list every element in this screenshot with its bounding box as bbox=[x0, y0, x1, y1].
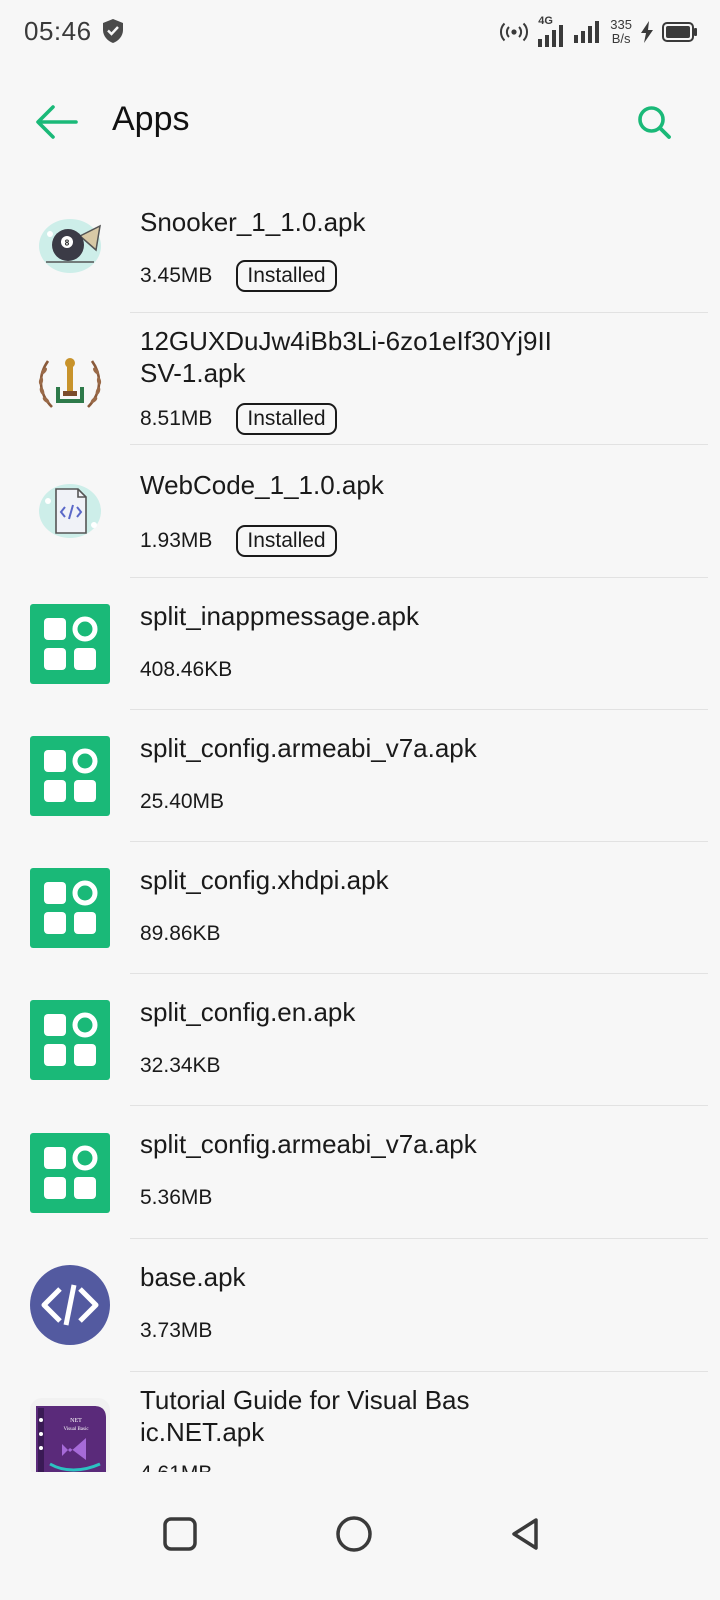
app-meta: 1.93MB Installed bbox=[140, 525, 337, 557]
app-size: 89.86KB bbox=[140, 922, 221, 945]
list-item[interactable]: split_config.xhdpi.apk 89.86KB bbox=[0, 842, 720, 974]
installed-badge: Installed bbox=[236, 525, 337, 557]
battery-icon bbox=[662, 22, 697, 42]
arrow-left-icon bbox=[36, 105, 78, 139]
charging-icon bbox=[641, 21, 653, 43]
list-item[interactable]: split_config.armeabi_v7a.apk 5.36MB bbox=[0, 1106, 720, 1239]
app-size: 4.61MB bbox=[140, 1462, 212, 1472]
app-name: split_config.armeabi_v7a.apk bbox=[140, 733, 477, 763]
svg-text:8: 8 bbox=[65, 239, 70, 248]
circle-home-icon bbox=[336, 1516, 372, 1552]
app-name: Tutorial Guide for Visual Basic.NET.apk bbox=[140, 1385, 470, 1447]
app-meta: 3.45MB Installed bbox=[140, 260, 337, 292]
list-item[interactable]: split_config.armeabi_v7a.apk 25.40MB bbox=[0, 710, 720, 842]
list-item[interactable]: 8 Snooker_1_1.0.apk 3.45MB Installed bbox=[0, 182, 720, 313]
search-button[interactable] bbox=[626, 94, 682, 150]
status-icons: 4G 335 B/s bbox=[498, 14, 698, 50]
app-meta: 4.61MB bbox=[140, 1462, 212, 1472]
speed-value: 335 bbox=[610, 17, 632, 32]
square-recents-icon bbox=[163, 1517, 197, 1551]
svg-text:Visual Basic: Visual Basic bbox=[63, 1427, 89, 1432]
app-name: split_config.en.apk bbox=[140, 997, 356, 1027]
app-size: 1.93MB bbox=[140, 529, 213, 552]
list-item[interactable]: base.apk 3.73MB bbox=[0, 1239, 720, 1372]
signal-4g-icon: 4G bbox=[538, 15, 566, 47]
snooker-app-icon: 8 bbox=[39, 219, 101, 273]
speed-unit: B/s bbox=[611, 31, 631, 46]
navigation-bar bbox=[0, 1472, 720, 1600]
app-meta: 32.34KB bbox=[140, 1054, 221, 1078]
app-size: 5.36MB bbox=[140, 1186, 213, 1209]
back-button[interactable] bbox=[28, 94, 84, 150]
apk-list: 8 Snooker_1_1.0.apk 3.45MB Installed 12G… bbox=[0, 182, 720, 1472]
status-time: 05:46 bbox=[24, 16, 92, 46]
award-laurel-app-icon bbox=[32, 343, 108, 419]
network-speed: 335 B/s bbox=[610, 18, 632, 46]
triangle-back-icon bbox=[512, 1518, 538, 1550]
app-name: WebCode_1_1.0.apk bbox=[140, 470, 384, 500]
list-item[interactable]: NET Visual Basic Tutorial Guide for Visu… bbox=[0, 1372, 720, 1472]
app-meta: 89.86KB bbox=[140, 922, 221, 946]
generic-apk-icon bbox=[30, 736, 110, 816]
svg-text:NET: NET bbox=[70, 1418, 82, 1424]
generic-apk-icon bbox=[30, 604, 110, 684]
webcode-app-icon bbox=[39, 484, 101, 538]
app-meta: 3.73MB bbox=[140, 1319, 212, 1343]
page-title: Apps bbox=[112, 100, 190, 138]
app-size: 25.40MB bbox=[140, 790, 225, 813]
app-size: 408.46KB bbox=[140, 658, 233, 681]
app-size: 3.73MB bbox=[140, 1319, 213, 1342]
app-name: Snooker_1_1.0.apk bbox=[140, 207, 366, 237]
app-name: split_config.xhdpi.apk bbox=[140, 865, 389, 895]
app-meta: 408.46KB bbox=[140, 658, 232, 682]
nav-back-button[interactable] bbox=[494, 1502, 558, 1566]
app-name: base.apk bbox=[140, 1262, 246, 1292]
app-name: split_inappmessage.apk bbox=[140, 601, 419, 631]
list-item[interactable]: split_inappmessage.apk 408.46KB bbox=[0, 578, 720, 710]
app-meta: 25.40MB bbox=[140, 790, 224, 814]
search-icon bbox=[638, 106, 671, 139]
generic-apk-icon bbox=[30, 1133, 110, 1213]
app-name: 12GUXDuJw4iBb3Li-6zo1eIf30Yj9IISV-1.apk bbox=[140, 326, 552, 388]
signal-icon bbox=[574, 21, 600, 43]
generic-apk-icon bbox=[30, 868, 110, 948]
list-item[interactable]: WebCode_1_1.0.apk 1.93MB Installed bbox=[0, 445, 720, 578]
shield-icon bbox=[103, 19, 123, 43]
installed-badge: Installed bbox=[236, 403, 337, 435]
code-brackets-app-icon bbox=[30, 1265, 110, 1345]
recents-button[interactable] bbox=[148, 1502, 212, 1566]
app-meta: 5.36MB bbox=[140, 1186, 212, 1210]
generic-apk-icon bbox=[30, 1000, 110, 1080]
app-size: 3.45MB bbox=[140, 264, 213, 287]
list-item[interactable]: split_config.en.apk 32.34KB bbox=[0, 974, 720, 1106]
app-size: 8.51MB bbox=[140, 407, 213, 430]
visual-basic-book-icon: NET Visual Basic bbox=[30, 1398, 110, 1472]
home-button[interactable] bbox=[322, 1502, 386, 1566]
status-bar: 05:46 4G 335 B/s bbox=[0, 0, 720, 66]
hotspot-icon bbox=[500, 22, 529, 42]
installed-badge: Installed bbox=[236, 260, 337, 292]
app-meta: 8.51MB Installed bbox=[140, 403, 337, 435]
app-bar: Apps bbox=[0, 66, 720, 178]
app-name: split_config.armeabi_v7a.apk bbox=[140, 1129, 477, 1159]
list-item[interactable]: 12GUXDuJw4iBb3Li-6zo1eIf30Yj9IISV-1.apk … bbox=[0, 313, 720, 445]
app-size: 32.34KB bbox=[140, 1054, 221, 1077]
